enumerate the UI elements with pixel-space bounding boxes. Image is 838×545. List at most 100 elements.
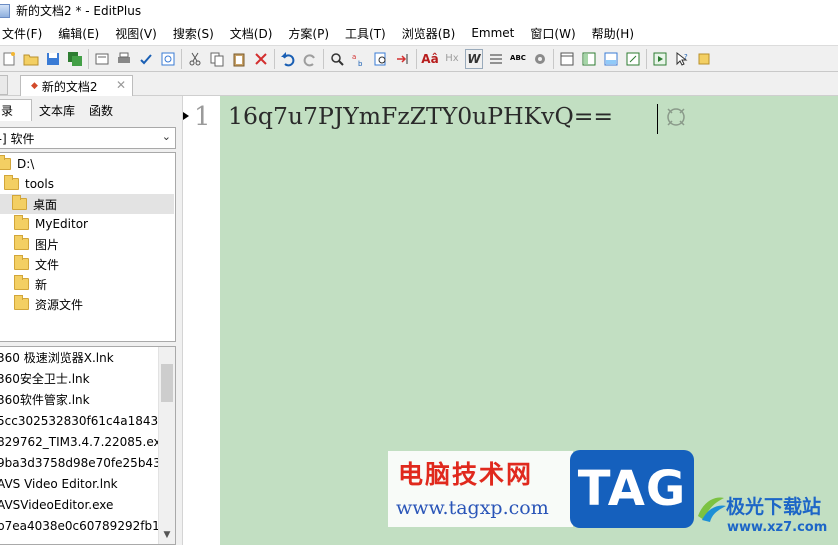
settings-gear-icon[interactable] [531,49,549,69]
line-number-icon[interactable]: ABC [509,49,527,69]
menu-search[interactable]: 搜索(S) [173,25,214,42]
menu-tools[interactable]: 工具(T) [345,25,386,42]
app-icon [0,3,10,18]
toolbar-divider [88,48,89,69]
goto-line-icon[interactable] [394,49,412,69]
directory-tree: D:\ tools 桌面 MyEditor 图片 文件 新 资源文件 [0,152,176,342]
spell-check-icon[interactable] [137,49,155,69]
scroll-down-icon[interactable]: ▼ [159,530,175,544]
toolbar-divider [323,48,324,69]
redo-icon[interactable] [301,49,319,69]
sidebar: 目录 文本库 函数 [-] 软件 ⌄ D:\ tools 桌面 MyEditor… [0,96,178,545]
watermark-site-name: 电脑技术网 [398,460,534,489]
tree-item-pictures[interactable]: 图片 [14,234,59,254]
help-pointer-icon[interactable]: ? [673,49,691,69]
fullscreen-icon[interactable] [624,49,642,69]
folder-icon [14,255,29,270]
tree-item-myeditor[interactable]: MyEditor [14,214,88,234]
undo-icon[interactable] [279,49,297,69]
menu-emmet[interactable]: Emmet [471,26,514,40]
line-number: 1 [194,102,211,132]
open-folder-icon[interactable] [22,49,40,69]
output-window-icon[interactable] [602,49,620,69]
word-wrap-icon[interactable]: W [465,48,483,69]
tab-label: 新的文档2 [41,79,98,94]
file-item[interactable]: 360安全卫士.lnk [0,368,90,389]
folder-icon [14,215,29,230]
save-icon[interactable] [44,49,62,69]
drive-select[interactable]: [-] 软件 ⌄ [0,127,176,149]
print-icon[interactable] [115,49,133,69]
tree-item-desktop[interactable]: 桌面 [0,194,174,214]
toolbar-divider [274,48,275,69]
ruler-icon[interactable] [487,49,505,69]
file-item[interactable]: 360 极速浏览器X.lnk [0,347,114,368]
text-caret [657,104,658,134]
tree-item-drive-d[interactable]: D:\ [0,154,34,174]
tree-item-new[interactable]: 新 [14,274,47,294]
window-title: 新的文档2 * - EditPlus [16,4,142,18]
file-item[interactable]: 9ba3d3758d98e70fe25b43a0 [0,452,175,473]
new-file-icon[interactable] [0,49,18,69]
title-bar: 新的文档2 * - EditPlus [0,0,838,21]
font-icon[interactable]: Aâ [421,49,439,69]
find-in-files-icon[interactable] [372,49,390,69]
tab-cliptext[interactable]: 文本库 [34,99,80,121]
chevron-down-icon[interactable]: ⌄ [162,130,171,143]
html-toolbar-icon[interactable]: Hx [443,49,461,69]
menu-help[interactable]: 帮助(H) [592,25,634,42]
file-item[interactable]: AVSVideoEditor.exe [0,494,113,515]
toolbar-divider [646,48,647,69]
tab-new-document[interactable]: ◆ 新的文档2 ✕ [20,75,133,96]
svg-text:?: ? [684,53,688,61]
toolbar-divider [553,48,554,69]
folder-icon [0,155,11,170]
file-item[interactable]: 360软件管家.lnk [0,389,90,410]
file-item[interactable]: 5cc302532830f61c4a1843616 [0,410,175,431]
folder-icon [12,195,27,210]
folder-icon [14,295,29,310]
tree-item-tools[interactable]: tools [4,174,54,194]
file-list: 360 极速浏览器X.lnk 360安全卫士.lnk 360软件管家.lnk 5… [0,346,176,545]
run-icon[interactable] [651,49,669,69]
folder-icon [14,275,29,290]
editor-line-text[interactable]: 16q7u7PJYmFzZTY0uPHKvQ== [228,102,613,130]
browser-preview-icon[interactable] [159,49,177,69]
delete-icon[interactable] [252,49,270,69]
file-item[interactable]: b7ea4038e0c60789292fb194 [0,515,175,536]
menu-project[interactable]: 方案(P) [288,25,329,42]
user-tools-icon[interactable] [695,49,713,69]
copy-icon[interactable] [208,49,226,69]
tab-close-icon[interactable]: ✕ [116,78,126,92]
file-item[interactable]: 829762_TIM3.4.7.22085.exe [0,431,168,452]
menu-view[interactable]: 视图(V) [115,25,157,42]
page-setup-icon[interactable] [93,49,111,69]
tab-stub[interactable] [0,75,8,95]
menu-browser[interactable]: 浏览器(B) [402,25,456,42]
tab-directory[interactable]: 目录 [0,99,32,121]
menu-file[interactable]: 文件(F) [2,25,42,42]
menu-window[interactable]: 窗口(W) [530,25,575,42]
watermark-site-box: 电脑技术网 www.tagxp.com [388,451,573,527]
folder-icon [4,175,19,190]
tab-functions[interactable]: 函数 [86,99,116,121]
file-item[interactable]: AVS Video Editor.lnk [0,473,118,494]
cliptext-window-icon[interactable] [558,49,576,69]
line-number-gutter: 1 [182,96,220,545]
toolbar-divider [416,48,417,69]
save-all-icon[interactable] [66,49,84,69]
watermark-tag-badge: TAG [570,450,694,528]
watermark-brand-url: www.xz7.com [727,520,828,535]
paste-icon[interactable] [230,49,248,69]
cut-icon[interactable] [186,49,204,69]
drive-select-value: [-] 软件 [0,131,35,146]
tree-item-resources[interactable]: 资源文件 [14,294,83,314]
tree-item-files[interactable]: 文件 [14,254,59,274]
find-icon[interactable] [328,49,346,69]
menu-document[interactable]: 文档(D) [230,25,273,42]
scrollbar-thumb[interactable] [161,364,173,402]
menu-edit[interactable]: 编辑(E) [58,25,99,42]
replace-icon[interactable]: ab [350,49,368,69]
directory-window-icon[interactable] [580,49,598,69]
file-list-scrollbar[interactable]: ▼ [158,347,175,544]
